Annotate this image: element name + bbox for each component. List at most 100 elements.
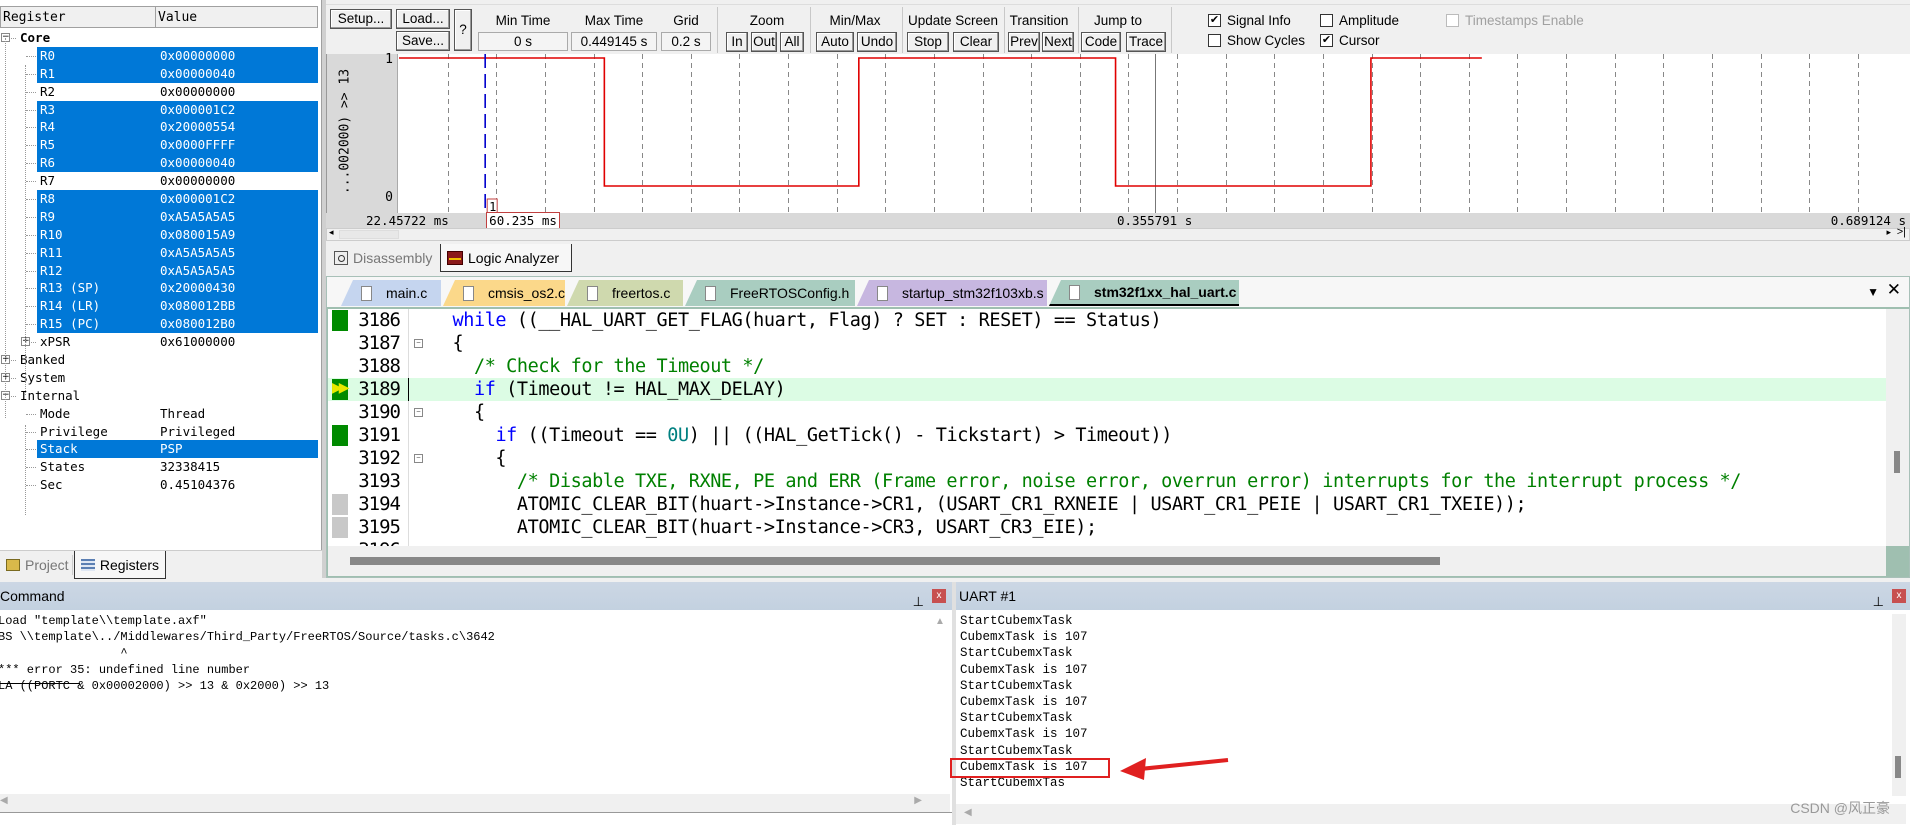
scroll-left-arrow-icon[interactable]: ◀ [0, 795, 8, 806]
setup-button[interactable]: Setup... [330, 9, 392, 29]
waveform-plot[interactable]: 1 [399, 54, 1910, 213]
file-tab[interactable]: cmsis_os2.c [443, 280, 565, 306]
register-row[interactable]: R4 0x20000554 [0, 118, 318, 137]
register-value[interactable]: Privileged [160, 423, 235, 441]
register-value[interactable]: 0x20000430 [160, 279, 235, 297]
next-button[interactable]: Next [1042, 32, 1074, 52]
fold-toggle-icon[interactable]: − [414, 454, 423, 463]
register-row[interactable]: R12 0xA5A5A5A5 [0, 261, 318, 280]
code-horizontal-scrollbar[interactable] [328, 546, 1886, 576]
code-line[interactable]: 3190 − { [328, 401, 1886, 424]
save-button[interactable]: Save... [396, 31, 450, 51]
gutter-margin[interactable] [332, 356, 348, 377]
pin-icon[interactable]: ⊥ [913, 588, 924, 616]
register-row[interactable]: + System [0, 369, 318, 387]
code-line[interactable]: ▶▶ 3189 if (Timeout != HAL_MAX_DELAY) [328, 378, 1886, 401]
register-row[interactable]: R15 (PC) 0x080012B0 [0, 315, 318, 334]
register-row[interactable]: R5 0x0000FFFF [0, 136, 318, 155]
file-tab[interactable]: FreeRTOSConfig.h [685, 280, 855, 306]
register-row[interactable]: R9 0xA5A5A5A5 [0, 207, 318, 226]
code-view[interactable]: 3186 while ((__HAL_UART_GET_FLAG(huart, … [328, 309, 1886, 546]
pin-icon[interactable]: ⊥ [1873, 588, 1884, 616]
current-line-arrow-icon[interactable]: ▶▶ [332, 379, 349, 400]
signal-info-checkbox[interactable]: ✔ Signal Info [1208, 13, 1291, 28]
register-value[interactable]: 0x00000000 [160, 172, 235, 190]
amplitude-checkbox[interactable]: Amplitude [1320, 13, 1399, 28]
command-horizontal-scrollbar[interactable]: ◀ ▶ [0, 794, 950, 812]
scroll-thumb[interactable] [339, 230, 399, 239]
register-row[interactable]: + Banked [0, 351, 318, 369]
register-value[interactable]: 0x080012B0 [160, 315, 235, 333]
jump-trace-button[interactable]: Trace [1126, 32, 1166, 52]
command-input[interactable] [0, 812, 952, 825]
auto-button[interactable]: Auto [816, 32, 854, 52]
register-value[interactable]: 0x000001C2 [160, 190, 235, 208]
register-value[interactable]: 32338415 [160, 458, 220, 476]
register-value[interactable]: 0xA5A5A5A5 [160, 262, 235, 280]
zoom-all-button[interactable]: All [780, 32, 804, 52]
waveform-area[interactable]: ...002000) >> 13 1 0 1 [326, 52, 1910, 213]
code-line[interactable]: 3196 [328, 539, 1886, 546]
register-row[interactable]: R0 0x00000000 [0, 46, 318, 65]
register-value[interactable]: 0xA5A5A5A5 [160, 244, 235, 262]
column-header-register[interactable]: Register [1, 7, 156, 27]
scroll-end-icon[interactable]: >| [1897, 226, 1906, 238]
file-tab[interactable]: freertos.c [567, 280, 683, 306]
fold-toggle-icon[interactable]: − [414, 339, 423, 348]
register-row[interactable]: R10 0x080015A9 [0, 225, 318, 244]
show-cycles-checkbox[interactable]: Show Cycles [1208, 33, 1305, 48]
fold-toggle-icon[interactable]: − [414, 408, 423, 417]
help-button[interactable]: ? [454, 9, 472, 51]
register-value[interactable]: 0x000001C2 [160, 101, 235, 119]
column-header-value[interactable]: Value [156, 7, 317, 27]
register-value[interactable]: PSP [160, 440, 183, 458]
jump-code-button[interactable]: Code [1081, 32, 1121, 52]
coverage-marker[interactable] [332, 425, 348, 446]
prev-button[interactable]: Prev [1008, 32, 1040, 52]
register-value[interactable]: 0x00000000 [160, 47, 235, 65]
register-value[interactable]: 0x080015A9 [160, 226, 235, 244]
register-value[interactable]: 0x00000040 [160, 65, 235, 83]
uart-vertical-scrollbar[interactable] [1892, 614, 1906, 796]
scroll-left-arrow-icon[interactable]: ◂ [329, 227, 334, 238]
code-line[interactable]: 3186 while ((__HAL_UART_GET_FLAG(huart, … [328, 309, 1886, 332]
code-line[interactable]: 3188 /* Check for the Timeout */ [328, 355, 1886, 378]
register-value[interactable]: 0.45104376 [160, 476, 235, 494]
register-row[interactable]: R7 0x00000000 [0, 172, 318, 190]
code-line[interactable]: 3193 /* Disable TXE, RXNE, PE and ERR (F… [328, 470, 1886, 493]
register-value[interactable]: 0x20000554 [160, 118, 235, 136]
zoom-in-button[interactable]: In [726, 32, 748, 52]
register-row[interactable]: R13 (SP) 0x20000430 [0, 279, 318, 298]
close-icon[interactable]: x [1892, 589, 1906, 603]
signal-name-panel[interactable]: ...002000) >> 13 1 0 [327, 52, 398, 213]
register-row[interactable]: Mode Thread [0, 405, 318, 423]
coverage-marker[interactable] [332, 517, 348, 538]
register-row[interactable]: R11 0xA5A5A5A5 [0, 243, 318, 262]
register-value[interactable]: 0x080012BB [160, 297, 235, 315]
tab-list-dropdown-icon[interactable]: ▼ [1867, 285, 1879, 299]
gutter-margin[interactable] [332, 402, 348, 423]
code-line[interactable]: 3192 − { [328, 447, 1886, 470]
waveform-horizontal-scrollbar[interactable]: ◂ ▸ >| [326, 226, 1910, 241]
load-button[interactable]: Load... [396, 9, 450, 29]
scroll-thumb[interactable] [1895, 756, 1901, 778]
register-row[interactable]: − Internal [0, 387, 318, 405]
scroll-up-arrow-icon[interactable]: ▲ [935, 616, 945, 627]
register-row[interactable]: R2 0x00000000 [0, 83, 318, 101]
code-line[interactable]: 3187 − { [328, 332, 1886, 355]
code-vertical-scrollbar[interactable] [1886, 309, 1909, 546]
register-row[interactable]: States 32338415 [0, 458, 318, 476]
undo-button[interactable]: Undo [857, 32, 897, 52]
register-value[interactable]: 0x00000000 [160, 83, 235, 101]
code-line[interactable]: 3191 if ((Timeout == 0U) || ((HAL_GetTic… [328, 424, 1886, 447]
file-tab[interactable]: main.c [341, 280, 441, 306]
coverage-marker[interactable] [332, 494, 348, 515]
stop-button[interactable]: Stop [907, 32, 949, 52]
uart-horizontal-scrollbar[interactable]: ◀ [956, 804, 1906, 824]
register-row[interactable]: R1 0x00000040 [0, 64, 318, 83]
tab-project[interactable]: Project [0, 551, 75, 579]
register-row[interactable]: Privilege Privileged [0, 423, 318, 441]
register-row[interactable]: Stack PSP [0, 440, 318, 459]
scroll-left-arrow-icon[interactable]: ◀ [964, 807, 972, 818]
register-value[interactable]: Thread [160, 405, 205, 423]
